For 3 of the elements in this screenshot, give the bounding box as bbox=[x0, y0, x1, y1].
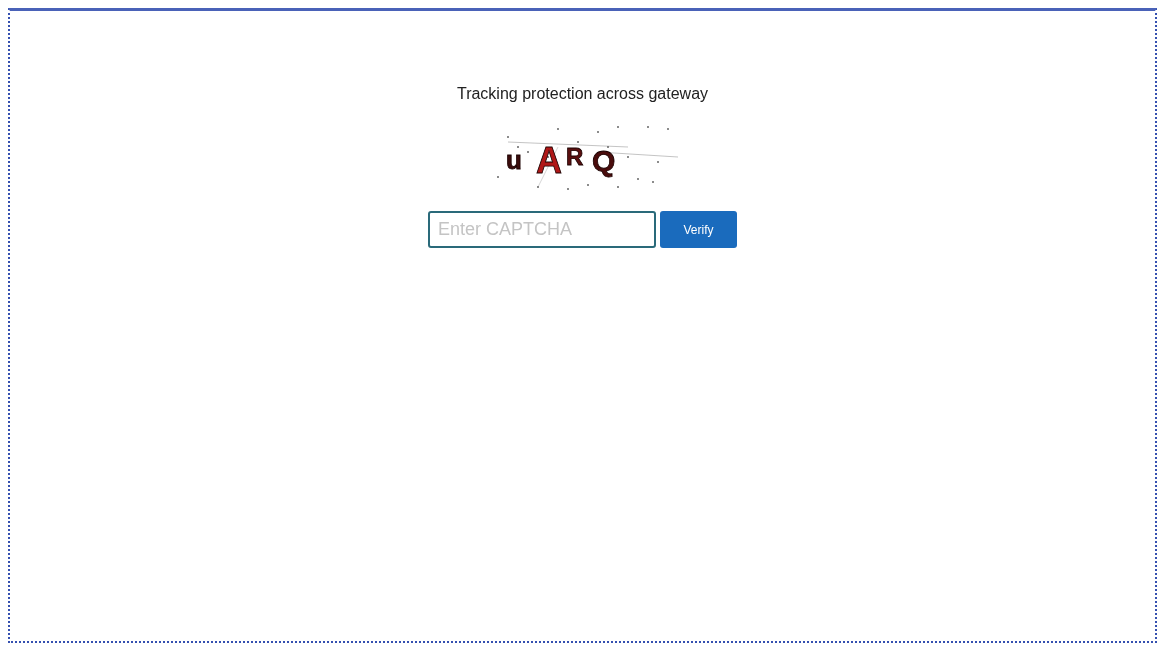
verify-button[interactable]: Verify bbox=[660, 211, 737, 248]
page-title: Tracking protection across gateway bbox=[456, 85, 709, 103]
captcha-input[interactable]: Enter CAPTCHA bbox=[428, 211, 656, 248]
